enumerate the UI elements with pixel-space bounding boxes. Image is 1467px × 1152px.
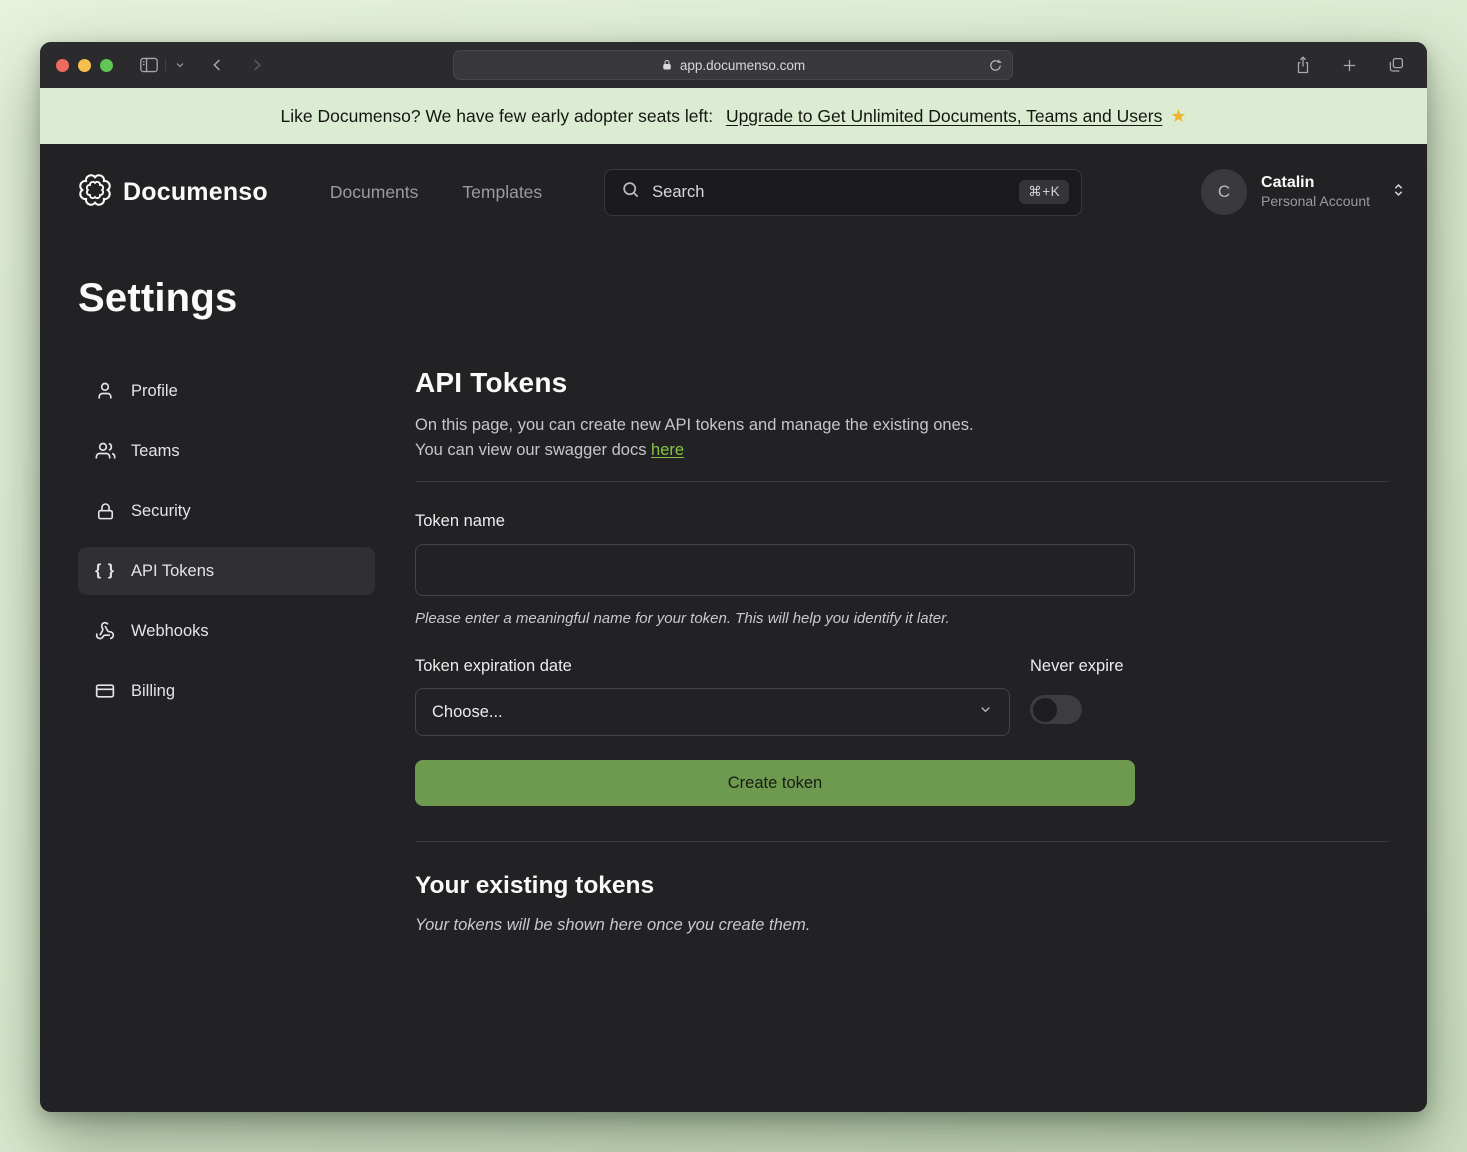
user-name: Catalin	[1261, 173, 1370, 193]
promo-banner: Like Documenso? We have few early adopte…	[40, 88, 1427, 144]
users-icon	[94, 441, 116, 461]
token-name-input[interactable]	[415, 544, 1135, 596]
existing-tokens-title: Your existing tokens	[415, 872, 1389, 900]
documenso-logo-icon	[78, 173, 112, 212]
main-nav: Documents Templates	[330, 182, 542, 203]
account-menu[interactable]: C Catalin Personal Account	[1171, 169, 1407, 215]
token-name-label: Token name	[415, 512, 505, 530]
browser-chrome: app.documenso.com	[40, 42, 1427, 88]
divider	[415, 841, 1389, 842]
chevrons-up-down-icon	[1390, 180, 1407, 205]
brand-name: Documenso	[123, 178, 268, 207]
search-input[interactable]: Search ⌘+K	[604, 169, 1082, 216]
page-title: Settings	[78, 276, 1427, 321]
traffic-lights	[56, 59, 113, 72]
create-token-button[interactable]: Create token	[415, 760, 1135, 806]
minimize-window-button[interactable]	[78, 59, 91, 72]
sidebar-item-label: Security	[131, 502, 191, 521]
settings-sidebar: Profile Teams Security { } API Token	[78, 367, 375, 935]
sidebar-item-label: Webhooks	[131, 622, 209, 641]
chevron-down-icon	[978, 702, 993, 722]
browser-window: app.documenso.com L	[40, 42, 1427, 1112]
sidebar-item-api-tokens[interactable]: { } API Tokens	[78, 547, 375, 595]
never-expire-label: Never expire	[1030, 657, 1124, 675]
brand[interactable]: Documenso	[78, 173, 268, 212]
app-content: Documenso Documents Templates Search ⌘+K…	[40, 144, 1427, 1112]
user-icon	[94, 381, 116, 401]
sidebar-item-label: Teams	[131, 442, 180, 461]
search-icon	[621, 180, 640, 204]
section-title: API Tokens	[415, 367, 1389, 399]
share-icon[interactable]	[1290, 51, 1316, 79]
new-tab-icon[interactable]	[1337, 53, 1362, 78]
sidebar-item-billing[interactable]: Billing	[78, 667, 375, 715]
existing-tokens-empty-text: Your tokens will be shown here once you …	[415, 916, 1389, 935]
divider	[415, 481, 1389, 482]
url-text: app.documenso.com	[680, 58, 805, 73]
expiration-select[interactable]: Choose...	[415, 688, 1010, 736]
chevron-down-icon[interactable]	[165, 59, 186, 71]
reload-icon[interactable]	[988, 58, 1003, 73]
description-line2: You can view our swagger docs	[415, 441, 646, 459]
sidebar-item-label: API Tokens	[131, 562, 214, 581]
tab-overview-icon[interactable]	[1383, 52, 1409, 78]
api-tokens-panel: API Tokens On this page, you can create …	[415, 367, 1389, 935]
upgrade-link[interactable]: Upgrade to Get Unlimited Documents, Team…	[726, 106, 1162, 127]
back-button[interactable]	[206, 52, 229, 78]
credit-card-icon	[94, 681, 116, 701]
sidebar-item-webhooks[interactable]: Webhooks	[78, 607, 375, 655]
token-name-helper: Please enter a meaningful name for your …	[415, 610, 1135, 627]
nav-templates[interactable]: Templates	[462, 182, 542, 203]
swagger-docs-link[interactable]: here	[651, 441, 684, 459]
nav-documents[interactable]: Documents	[330, 182, 419, 203]
search-shortcut-badge: ⌘+K	[1019, 180, 1069, 204]
search-placeholder: Search	[652, 183, 1007, 202]
webhook-icon	[94, 621, 116, 641]
zoom-window-button[interactable]	[100, 59, 113, 72]
app-header: Documenso Documents Templates Search ⌘+K…	[40, 144, 1427, 218]
sidebar-item-profile[interactable]: Profile	[78, 367, 375, 415]
tls-lock-icon	[661, 58, 673, 72]
forward-button[interactable]	[245, 52, 268, 78]
account-type: Personal Account	[1261, 193, 1370, 211]
star-icon: ★	[1170, 106, 1186, 127]
sidebar-item-security[interactable]: Security	[78, 487, 375, 535]
expiration-label: Token expiration date	[415, 657, 572, 675]
never-expire-toggle[interactable]	[1030, 695, 1082, 724]
expiration-value: Choose...	[432, 703, 503, 722]
close-window-button[interactable]	[56, 59, 69, 72]
banner-text: Like Documenso? We have few early adopte…	[281, 106, 714, 127]
toggle-thumb	[1033, 698, 1057, 722]
avatar: C	[1201, 169, 1247, 215]
braces-icon: { }	[94, 562, 116, 580]
sidebar-item-teams[interactable]: Teams	[78, 427, 375, 475]
sidebar-toggle-icon[interactable]	[135, 52, 163, 78]
sidebar-item-label: Profile	[131, 382, 178, 401]
description-line1: On this page, you can create new API tok…	[415, 416, 974, 434]
sidebar-item-label: Billing	[131, 682, 175, 701]
lock-icon	[94, 502, 116, 521]
address-bar[interactable]: app.documenso.com	[453, 50, 1013, 80]
